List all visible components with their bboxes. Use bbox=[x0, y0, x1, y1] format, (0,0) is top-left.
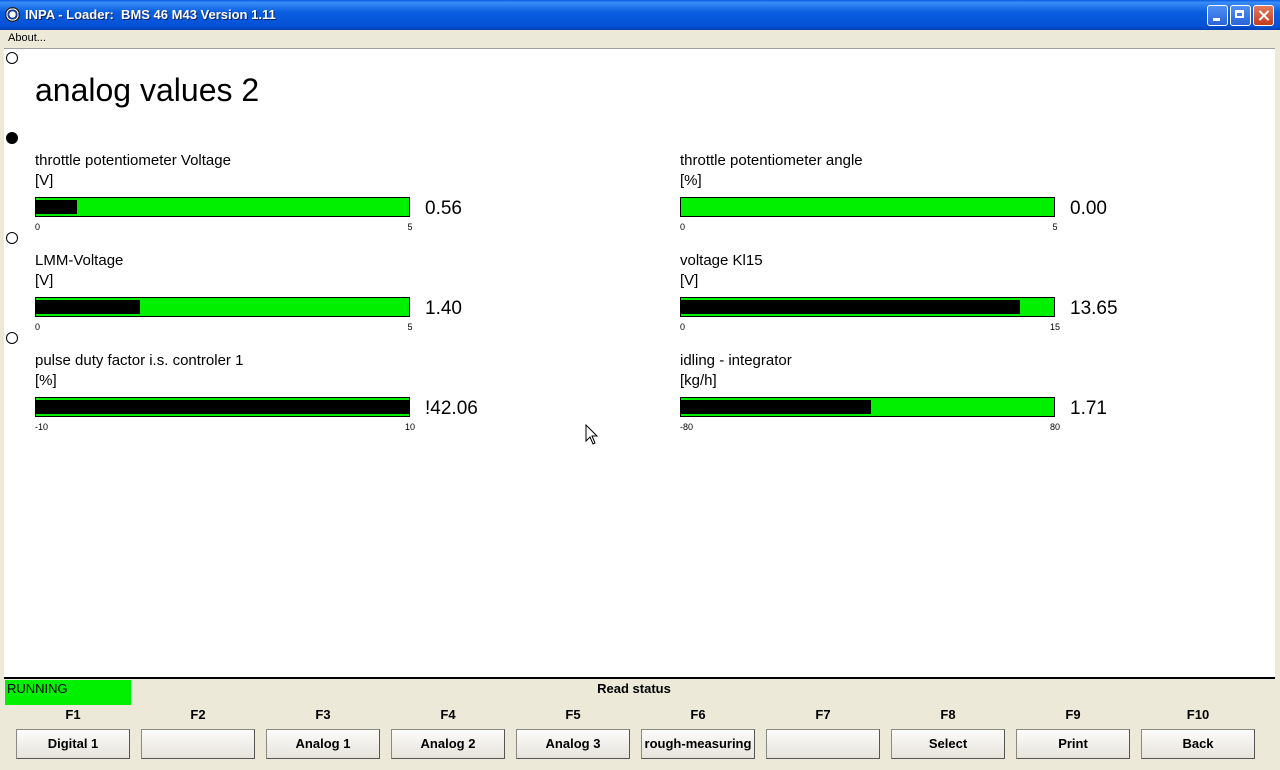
gauge-label: pulse duty factor i.s. controler 1 bbox=[35, 352, 244, 369]
gauge-min: 0 bbox=[680, 222, 686, 232]
gauge-bar bbox=[35, 297, 410, 317]
gauge-value: 0.56 bbox=[425, 198, 462, 219]
fkey-label-f3: F3 bbox=[315, 707, 331, 722]
gauge-max: 10 bbox=[404, 422, 416, 432]
analog-1-button[interactable]: Analog 1 bbox=[266, 729, 380, 759]
gauge-bar bbox=[35, 197, 410, 217]
status-badge: RUNNING bbox=[5, 680, 131, 705]
gauge-max: 80 bbox=[1049, 422, 1061, 432]
gauge-value: 1.40 bbox=[425, 298, 462, 319]
gauge-label: throttle potentiometer Voltage bbox=[35, 152, 231, 169]
gauge-label: LMM-Voltage bbox=[35, 252, 124, 269]
rough-measuring-button[interactable]: rough-measuring bbox=[641, 729, 755, 759]
screen-radio-1[interactable] bbox=[6, 52, 18, 64]
gauge-label: voltage Kl15 bbox=[680, 252, 763, 269]
gauge-min: -80 bbox=[680, 422, 694, 432]
gauge-min: -10 bbox=[35, 422, 49, 432]
gauge-min: 0 bbox=[35, 222, 41, 232]
fkey-label-f1: F1 bbox=[65, 707, 81, 722]
gauge-unit: [%] bbox=[680, 172, 702, 189]
analog-2-button[interactable]: Analog 2 bbox=[391, 729, 505, 759]
gauge-unit: [kg/h] bbox=[680, 372, 717, 389]
gauge-label: throttle potentiometer angle bbox=[680, 152, 863, 169]
fkey-label-f9: F9 bbox=[1065, 707, 1081, 722]
app-window: INPA - Loader: BMS 46 M43 Version 1.11 A… bbox=[0, 0, 1280, 770]
gauge-bar bbox=[35, 397, 410, 417]
page-title: analog values 2 bbox=[35, 72, 260, 108]
fkey-label-f7: F7 bbox=[815, 707, 831, 722]
gauge-fill bbox=[36, 200, 78, 214]
fkey-label-f5: F5 bbox=[565, 707, 581, 722]
gauge-idling-integrator: idling - integrator [kg/h] -80 80 1.71 bbox=[680, 352, 1140, 442]
gauge-fill bbox=[681, 400, 872, 414]
gauge-bar bbox=[680, 297, 1055, 317]
gauge-label: idling - integrator bbox=[680, 352, 792, 369]
analog-3-button[interactable]: Analog 3 bbox=[516, 729, 630, 759]
screen-radio-3[interactable] bbox=[6, 232, 18, 244]
gauge-unit: [V] bbox=[680, 272, 699, 289]
select-button[interactable]: Select bbox=[891, 729, 1005, 759]
fkey-label-f8: F8 bbox=[940, 707, 956, 722]
close-button[interactable] bbox=[1253, 5, 1274, 26]
gauge-value: 13.65 bbox=[1070, 298, 1118, 319]
gauge-value: !42.06 bbox=[425, 398, 478, 419]
print-button[interactable]: Print bbox=[1016, 729, 1130, 759]
function-key-bar: RUNNING Read status F1 F2 F3 F4 F5 F6 F7… bbox=[4, 677, 1275, 767]
gauge-max: 5 bbox=[407, 222, 413, 232]
maximize-button[interactable] bbox=[1230, 5, 1251, 26]
f2-button[interactable] bbox=[141, 729, 255, 759]
mouse-pointer-icon bbox=[585, 424, 599, 445]
gauge-throttle-voltage: throttle potentiometer Voltage [V] 0 5 0… bbox=[35, 152, 495, 242]
status-text: Read status bbox=[597, 681, 671, 696]
f7-button[interactable] bbox=[766, 729, 880, 759]
gauge-lmm-voltage: LMM-Voltage [V] 0 5 1.40 bbox=[35, 252, 495, 342]
digital-1-button[interactable]: Digital 1 bbox=[16, 729, 130, 759]
gauge-value: 0.00 bbox=[1070, 198, 1107, 219]
gauge-value: 1.71 bbox=[1070, 398, 1107, 419]
fkey-label-f4: F4 bbox=[440, 707, 456, 722]
gauge-unit: [V] bbox=[35, 272, 54, 289]
back-button[interactable]: Back bbox=[1141, 729, 1255, 759]
bmw-logo-icon bbox=[5, 7, 20, 22]
gauge-max: 5 bbox=[1052, 222, 1058, 232]
screen-radio-2[interactable] bbox=[6, 132, 18, 144]
gauge-fill bbox=[36, 300, 141, 314]
menu-about[interactable]: About... bbox=[8, 32, 46, 44]
gauge-pulse-duty-factor: pulse duty factor i.s. controler 1 [%] -… bbox=[35, 352, 495, 442]
fkey-label-f10: F10 bbox=[1186, 707, 1210, 722]
gauge-unit: [%] bbox=[35, 372, 57, 389]
fkey-label-f6: F6 bbox=[690, 707, 706, 722]
gauge-bar bbox=[680, 397, 1055, 417]
gauge-max: 15 bbox=[1049, 322, 1061, 332]
gauge-max: 5 bbox=[407, 322, 413, 332]
fkey-label-f2: F2 bbox=[190, 707, 206, 722]
gauge-throttle-angle: throttle potentiometer angle [%] 0 5 0.0… bbox=[680, 152, 1140, 242]
screen-radio-4[interactable] bbox=[6, 332, 18, 344]
gauge-min: 0 bbox=[680, 322, 686, 332]
main-panel: analog values 2 throttle potentiometer V… bbox=[4, 48, 1275, 678]
minimize-button[interactable] bbox=[1207, 5, 1228, 26]
gauge-unit: [V] bbox=[35, 172, 54, 189]
gauge-voltage-kl15: voltage Kl15 [V] 0 15 13.65 bbox=[680, 252, 1140, 342]
window-title: INPA - Loader: BMS 46 M43 Version 1.11 bbox=[25, 7, 276, 22]
title-bar[interactable]: INPA - Loader: BMS 46 M43 Version 1.11 bbox=[0, 0, 1280, 30]
gauge-fill bbox=[36, 400, 409, 414]
menu-bar: About... bbox=[0, 30, 1280, 48]
gauge-fill bbox=[681, 300, 1021, 314]
gauge-min: 0 bbox=[35, 322, 41, 332]
gauge-bar bbox=[680, 197, 1055, 217]
